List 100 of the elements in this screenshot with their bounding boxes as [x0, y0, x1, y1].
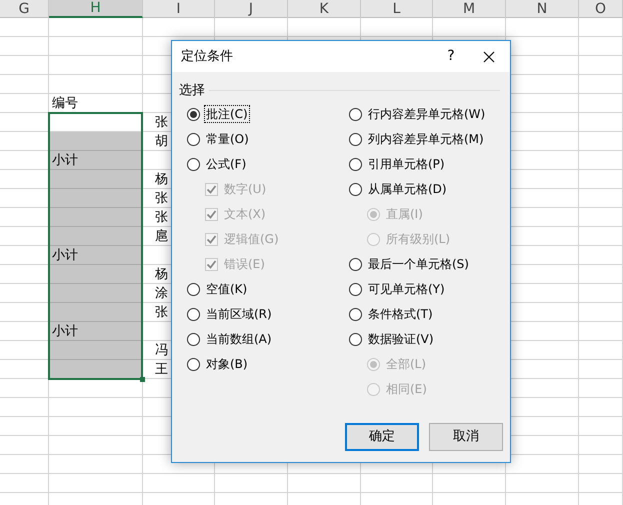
- table-cell: [579, 379, 623, 398]
- dialog-button[interactable]: 确定: [345, 423, 419, 451]
- option-label: 可见单元格(Y): [367, 281, 446, 298]
- option-label: 行内容差异单元格(W): [367, 106, 486, 123]
- cell-text: 杨: [155, 267, 168, 282]
- cell-text: 编号: [52, 96, 78, 111]
- column-header[interactable]: L: [361, 0, 433, 18]
- table-cell: [579, 455, 623, 474]
- table-cell: [0, 417, 49, 436]
- table-cell: [0, 18, 49, 37]
- column-header[interactable]: J: [215, 0, 288, 18]
- table-cell: [0, 398, 49, 417]
- option-label: 数字(U): [223, 181, 268, 198]
- table-cell: [579, 113, 623, 132]
- table-cell: [579, 75, 623, 94]
- cell-text: 扈: [155, 229, 168, 244]
- radio-button[interactable]: [349, 258, 362, 270]
- cell-text: 小计: [52, 248, 78, 263]
- close-icon[interactable]: [483, 50, 495, 62]
- radio-button[interactable]: [349, 182, 362, 196]
- option-label: 直属(I): [385, 206, 424, 223]
- option-label: 空值(K): [205, 281, 248, 298]
- radio-button[interactable]: [187, 308, 200, 320]
- option-label: 错误(E): [223, 256, 266, 273]
- table-cell: [579, 341, 623, 360]
- radio-button[interactable]: [187, 332, 200, 346]
- table-cell: [0, 37, 49, 56]
- option-label: 当前区域(R): [205, 306, 273, 323]
- column-header[interactable]: M: [433, 0, 506, 18]
- cell-text: 张: [155, 305, 168, 320]
- table-cell: [579, 189, 623, 208]
- option-label: 引用单元格(P): [367, 156, 446, 173]
- radio-button[interactable]: [349, 158, 362, 170]
- window-title: 定位条件: [181, 48, 233, 66]
- table-cell: [579, 360, 623, 379]
- column-header[interactable]: H: [49, 0, 143, 18]
- table-cell: [361, 18, 433, 37]
- table-cell: [579, 417, 623, 436]
- option-label: 常量(O): [205, 131, 250, 148]
- radio-button[interactable]: [349, 332, 362, 346]
- cell-text: 涂: [155, 286, 168, 301]
- table-cell: [579, 170, 623, 189]
- dialog-button[interactable]: 取消: [429, 423, 503, 451]
- cell-text: 胡: [155, 134, 168, 149]
- radio-button[interactable]: [187, 108, 200, 120]
- cell-text: 杨: [155, 172, 168, 187]
- table-cell: [579, 284, 623, 303]
- option-label: 当前数组(A): [205, 331, 273, 348]
- cell-text: 张: [155, 210, 168, 225]
- option-label: 最后一个单元格(S): [367, 256, 470, 273]
- option-label: 批注(C): [204, 105, 250, 123]
- table-cell: [579, 436, 623, 455]
- option-label: 逻辑值(G): [223, 231, 280, 248]
- option-label: 文本(X): [223, 206, 267, 223]
- option-label: 所有级别(L): [385, 231, 452, 248]
- table-cell: [0, 94, 49, 113]
- help-button[interactable]: ?: [439, 44, 463, 68]
- option-label: 相同(E): [385, 381, 428, 398]
- column-header[interactable]: K: [288, 0, 361, 18]
- table-cell: [143, 474, 215, 493]
- table-cell: [361, 474, 433, 493]
- radio-button[interactable]: [187, 158, 200, 170]
- table-cell: [579, 322, 623, 341]
- radio-button[interactable]: [349, 282, 362, 296]
- table-cell: [579, 94, 623, 113]
- table-cell: [0, 455, 49, 474]
- table-cell: [579, 37, 623, 56]
- radio-button[interactable]: [187, 358, 200, 370]
- cell-text: 小计: [52, 153, 78, 168]
- option-label: 条件格式(T): [367, 306, 434, 323]
- radio-button[interactable]: [349, 108, 362, 120]
- table-cell: [0, 56, 49, 75]
- table-cell: [0, 75, 49, 94]
- option-label: 从属单元格(D): [367, 181, 448, 198]
- cell-text: 张: [155, 115, 168, 130]
- column-header[interactable]: I: [143, 0, 215, 18]
- table-cell: [143, 18, 215, 37]
- table-cell: [579, 151, 623, 170]
- table-cell: [0, 436, 49, 455]
- table-cell: [579, 265, 623, 284]
- column-header[interactable]: O: [579, 0, 623, 18]
- table-cell: [579, 208, 623, 227]
- radio-button[interactable]: [187, 282, 200, 296]
- table-cell: [579, 56, 623, 75]
- cell-text: 王: [155, 362, 168, 377]
- radio-button[interactable]: [349, 308, 362, 320]
- cell-text: 冯: [155, 343, 168, 358]
- option-label: 全部(L): [385, 356, 428, 373]
- radio-button[interactable]: [187, 132, 200, 146]
- table-cell: [0, 474, 49, 493]
- table-cell: [579, 246, 623, 265]
- option-label: 公式(F): [205, 156, 248, 173]
- table-cell: [579, 227, 623, 246]
- table-cell: [579, 303, 623, 322]
- table-cell: [579, 18, 623, 37]
- radio-button[interactable]: [349, 132, 362, 146]
- table-cell: [579, 398, 623, 417]
- option-label: 数据验证(V): [367, 331, 435, 348]
- table-cell: [0, 379, 49, 398]
- column-header[interactable]: N: [506, 0, 579, 18]
